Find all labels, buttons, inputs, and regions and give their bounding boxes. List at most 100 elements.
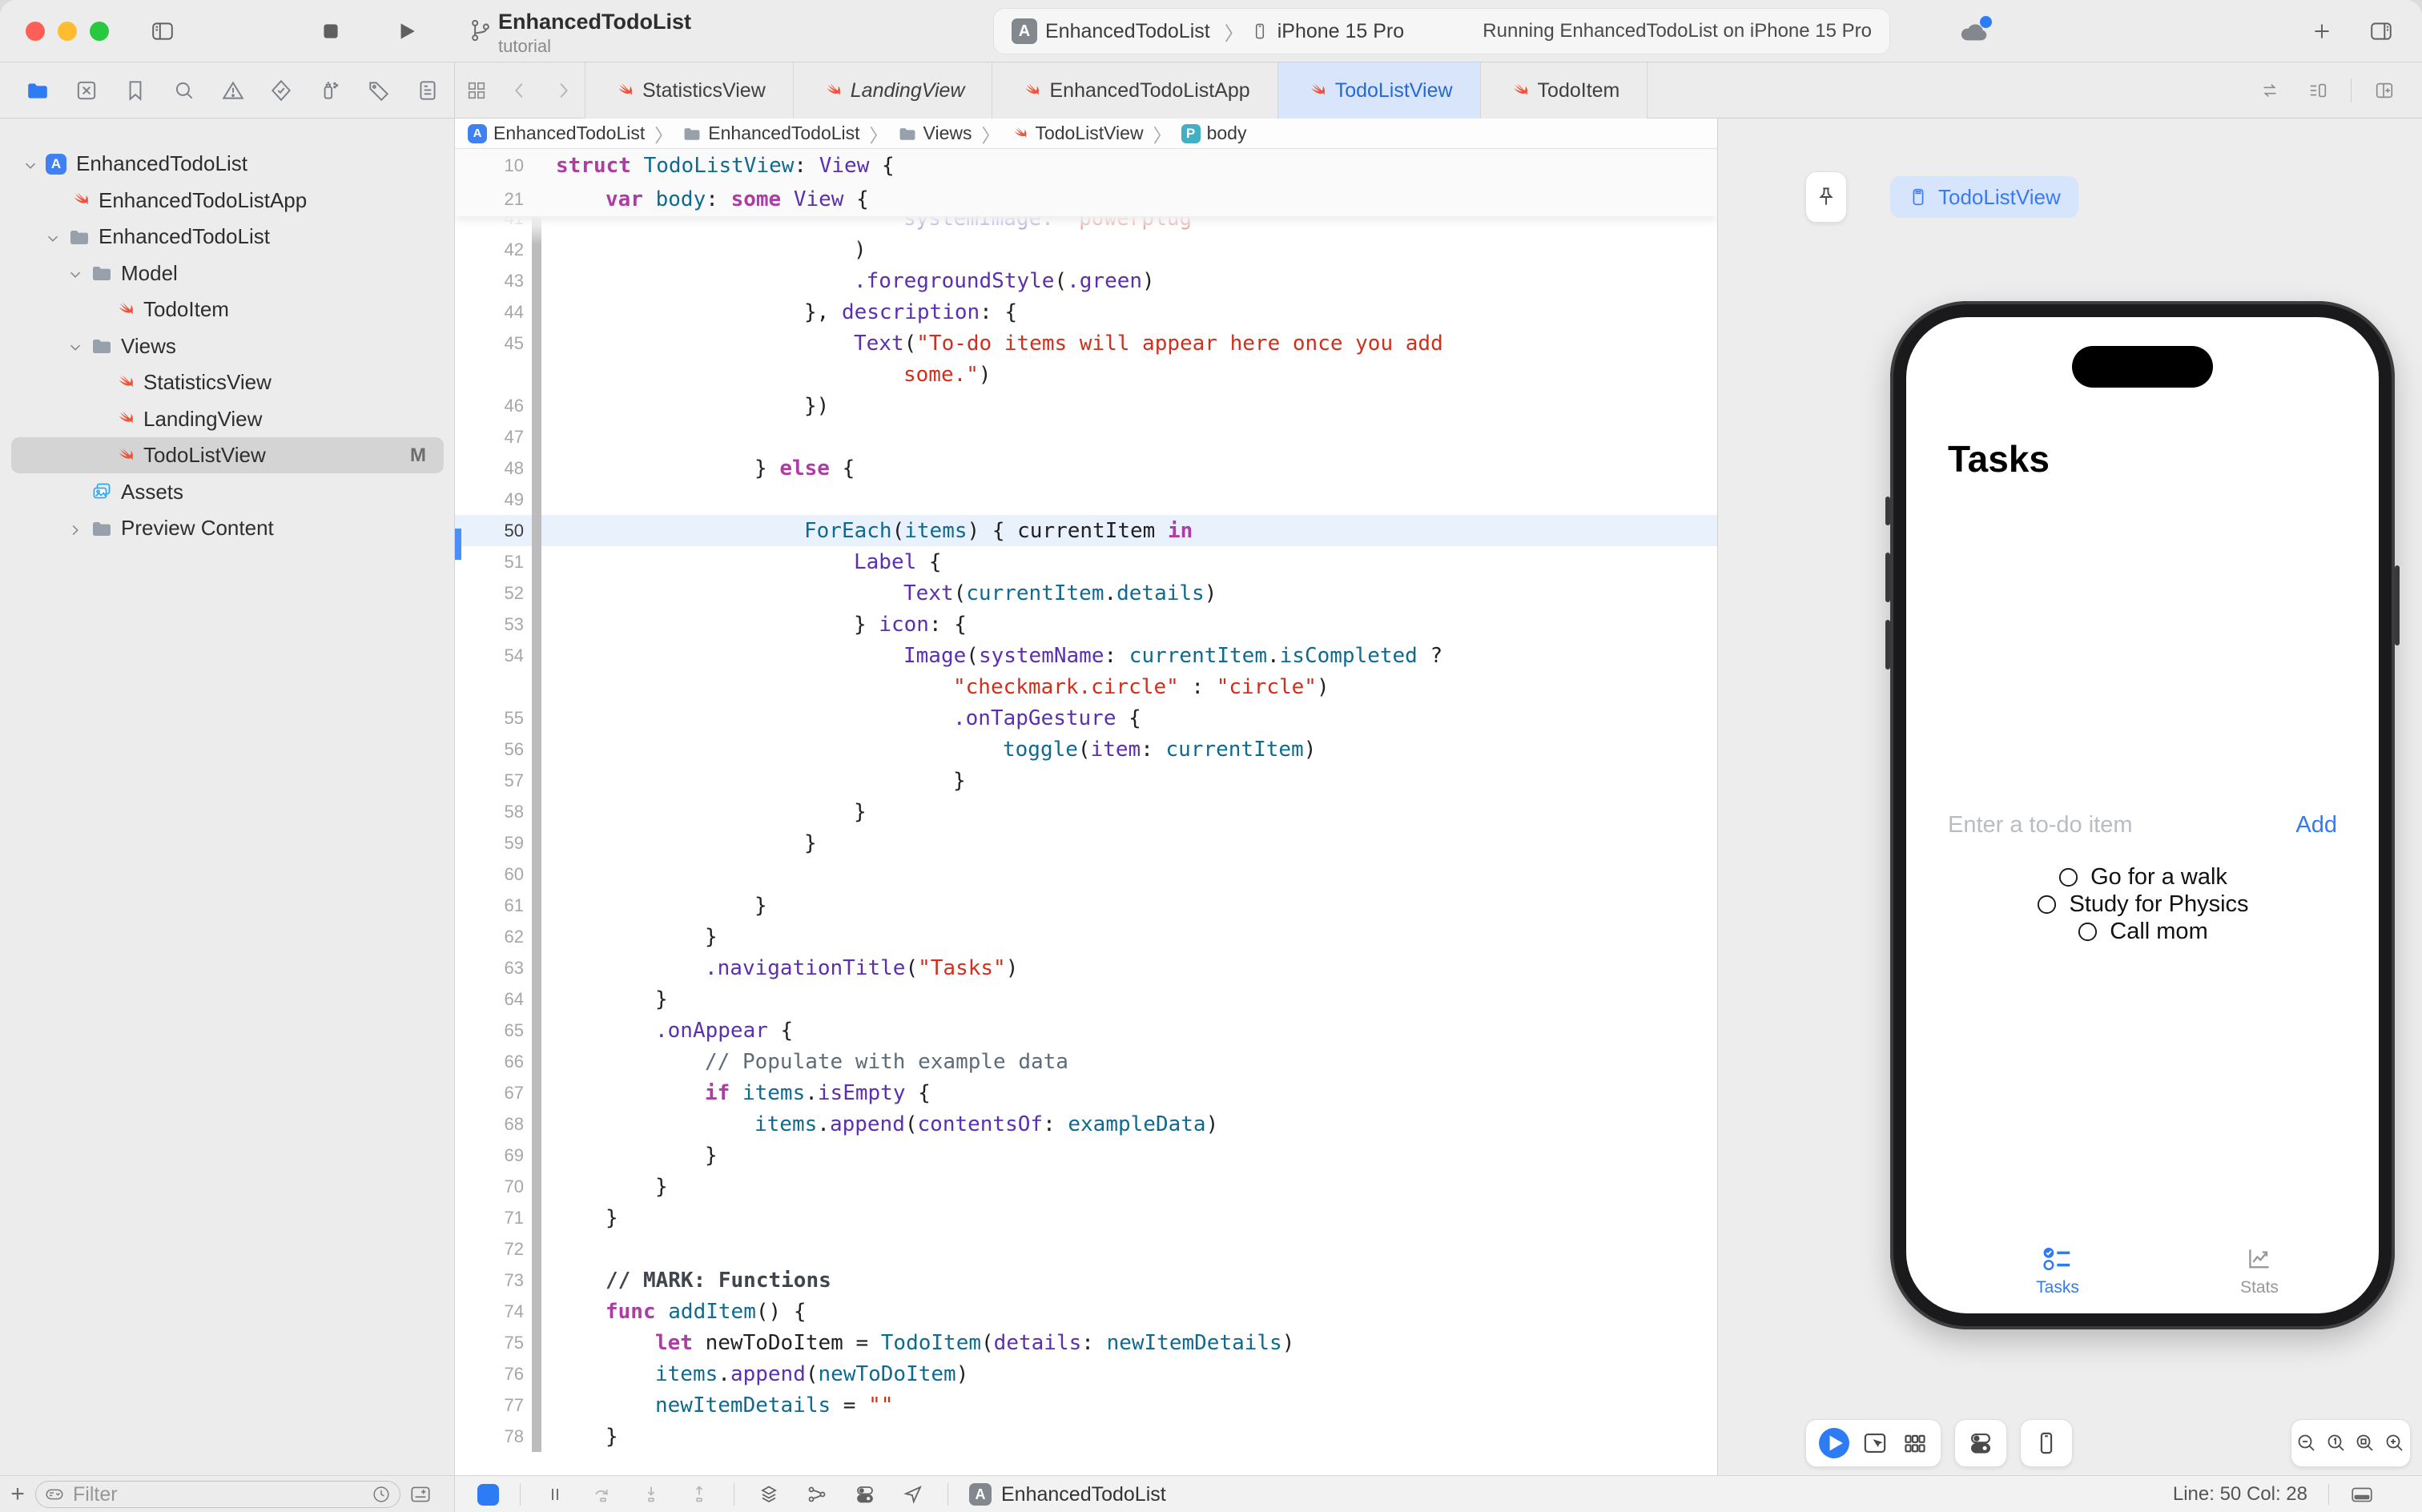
code-line-46[interactable]: 46}) xyxy=(455,390,1717,421)
code-line-50[interactable]: 50ForEach(items) { currentItem in xyxy=(455,515,1717,546)
sidebar-item-todoitem[interactable]: TodoItem xyxy=(11,292,444,328)
line-number[interactable]: 52 xyxy=(455,583,532,604)
sidebar-item-statisticsview[interactable]: StatisticsView xyxy=(11,364,444,400)
phone-tab-stats[interactable]: Stats xyxy=(2179,1245,2340,1297)
sidebar-item-model[interactable]: Model xyxy=(11,255,444,292)
destination-selector[interactable]: iPhone 15 Pro xyxy=(1250,20,1404,43)
tab-EnhancedTodoListApp[interactable]: EnhancedTodoListApp xyxy=(992,62,1277,119)
add-editor-plus-icon[interactable] xyxy=(2305,14,2339,48)
line-number[interactable]: 66 xyxy=(455,1052,532,1072)
line-number[interactable]: 50 xyxy=(455,521,532,541)
code-line-55[interactable]: 55.onTapGesture { xyxy=(455,702,1717,734)
sidebar-item-enhancedtodolist[interactable]: EnhancedTodoList xyxy=(11,219,444,255)
code-line-47[interactable]: 47 xyxy=(455,421,1717,452)
line-number[interactable]: 78 xyxy=(455,1426,532,1447)
code-review-icon[interactable] xyxy=(2248,80,2291,101)
code-line-74[interactable]: 74func addItem() { xyxy=(455,1296,1717,1327)
line-number[interactable]: 74 xyxy=(455,1301,532,1322)
line-number[interactable]: 47 xyxy=(455,427,532,448)
preview-target-chip[interactable]: TodoListView xyxy=(1890,176,2078,218)
scm-filter-icon[interactable] xyxy=(408,1482,432,1506)
line-number[interactable]: 68 xyxy=(455,1114,532,1135)
code-line-72[interactable]: 72 xyxy=(455,1233,1717,1265)
line-number[interactable]: 48 xyxy=(455,458,532,479)
tests-navigator[interactable] xyxy=(268,77,295,104)
code-line-76[interactable]: 76items.append(newToDoItem) xyxy=(455,1358,1717,1389)
line-number[interactable]: 61 xyxy=(455,895,532,916)
breakpoints-navigator[interactable] xyxy=(365,77,392,104)
split-editor-icon[interactable] xyxy=(2363,80,2406,101)
line-number[interactable]: 62 xyxy=(455,927,532,947)
sidebar-item-assets[interactable]: Assets xyxy=(11,474,444,510)
find-navigator[interactable] xyxy=(171,77,198,104)
line-number[interactable]: 49 xyxy=(455,489,532,510)
play-live-button[interactable] xyxy=(1819,1428,1849,1458)
memory-graph-button[interactable] xyxy=(803,1481,831,1508)
line-number[interactable]: 10 xyxy=(455,155,532,176)
code-line-53[interactable]: 53} icon: { xyxy=(455,609,1717,640)
code-line-57[interactable]: 57} xyxy=(455,765,1717,796)
code-line-64[interactable]: 64} xyxy=(455,983,1717,1015)
breadcrumb-item[interactable]: TodoListView xyxy=(1009,123,1143,144)
scheme-selector[interactable]: A EnhancedTodoList 〉 xyxy=(1012,18,1250,46)
disclosure-down-icon[interactable] xyxy=(22,155,39,173)
tab-StatisticsView[interactable]: StatisticsView xyxy=(585,62,794,119)
line-number[interactable]: 55 xyxy=(455,708,532,729)
code-line-21[interactable]: 21var body: some View { xyxy=(455,183,1717,216)
phone-tab-tasks[interactable]: Tasks xyxy=(1977,1245,2138,1297)
sidebar-item-todolistview[interactable]: TodoListViewM xyxy=(11,437,444,473)
filter-menu-icon[interactable] xyxy=(44,1484,65,1505)
code-line-65[interactable]: 65.onAppear { xyxy=(455,1015,1717,1046)
toggle-right-inspector-icon[interactable] xyxy=(2364,14,2398,48)
filter-field[interactable]: Filter xyxy=(35,1481,400,1508)
code-line-63[interactable]: 63.navigationTitle("Tasks") xyxy=(455,952,1717,983)
line-number[interactable]: 57 xyxy=(455,770,532,791)
line-number[interactable]: 63 xyxy=(455,958,532,979)
sidebar-item-views[interactable]: Views xyxy=(11,328,444,364)
line-number[interactable]: 73 xyxy=(455,1270,532,1291)
code-line-48[interactable]: 48} else { xyxy=(455,452,1717,484)
code-line-58[interactable]: 58} xyxy=(455,796,1717,827)
disclosure-down-icon[interactable] xyxy=(66,264,84,282)
environment-overrides-button[interactable] xyxy=(851,1481,879,1508)
step-over-button[interactable] xyxy=(589,1481,617,1508)
debug-navigator[interactable] xyxy=(316,77,344,104)
todo-input[interactable]: Enter a to-do item xyxy=(1948,812,2133,838)
code-line-wrap[interactable]: "checkmark.circle" : "circle") xyxy=(455,671,1717,702)
zoom-in-button[interactable] xyxy=(2381,1430,2408,1457)
line-number[interactable]: 21 xyxy=(455,189,532,210)
cursor-rect-button[interactable] xyxy=(1861,1430,1889,1457)
code-line-59[interactable]: 59} xyxy=(455,827,1717,859)
line-number[interactable]: 58 xyxy=(455,802,532,822)
code-line-68[interactable]: 68items.append(contentsOf: exampleData) xyxy=(455,1108,1717,1140)
source-editor[interactable]: AEnhancedTodoList〉EnhancedTodoList〉Views… xyxy=(455,119,1718,1475)
code-line-41[interactable]: 41systemImage: "powerplug" xyxy=(455,216,1717,234)
step-into-button[interactable] xyxy=(638,1481,665,1508)
code-line-77[interactable]: 77newItemDetails = "" xyxy=(455,1389,1717,1421)
back-icon[interactable] xyxy=(498,62,541,119)
code-line-75[interactable]: 75let newToDoItem = TodoItem(details: ne… xyxy=(455,1327,1717,1358)
todo-circle-icon[interactable] xyxy=(2036,894,2058,915)
line-number[interactable]: 65 xyxy=(455,1020,532,1041)
add-button[interactable]: Add xyxy=(2295,812,2337,838)
grid-variants-button[interactable] xyxy=(1901,1430,1929,1457)
disclosure-down-icon[interactable] xyxy=(44,228,62,246)
line-number[interactable]: 56 xyxy=(455,739,532,760)
code-line-wrap[interactable]: some.") xyxy=(455,359,1717,390)
close-window-button[interactable] xyxy=(26,22,45,41)
line-number[interactable]: 53 xyxy=(455,614,532,635)
simulate-location-button[interactable] xyxy=(899,1481,927,1508)
line-number[interactable]: 45 xyxy=(455,333,532,354)
code-line-67[interactable]: 67if items.isEmpty { xyxy=(455,1077,1717,1108)
step-out-button[interactable] xyxy=(686,1481,713,1508)
line-number[interactable]: 76 xyxy=(455,1364,532,1385)
device-button[interactable] xyxy=(2033,1430,2060,1457)
code-line-60[interactable]: 60 xyxy=(455,859,1717,890)
code-line-52[interactable]: 52Text(currentItem.details) xyxy=(455,577,1717,609)
breadcrumb-item[interactable]: EnhancedTodoList xyxy=(682,123,859,144)
code-line-43[interactable]: 43.foregroundStyle(.green) xyxy=(455,265,1717,296)
todo-circle-icon[interactable] xyxy=(2077,921,2098,943)
zoom-fit-button[interactable] xyxy=(2352,1430,2379,1457)
source-control-navigator[interactable] xyxy=(73,77,100,104)
code-line-73[interactable]: 73// MARK: Functions xyxy=(455,1265,1717,1296)
